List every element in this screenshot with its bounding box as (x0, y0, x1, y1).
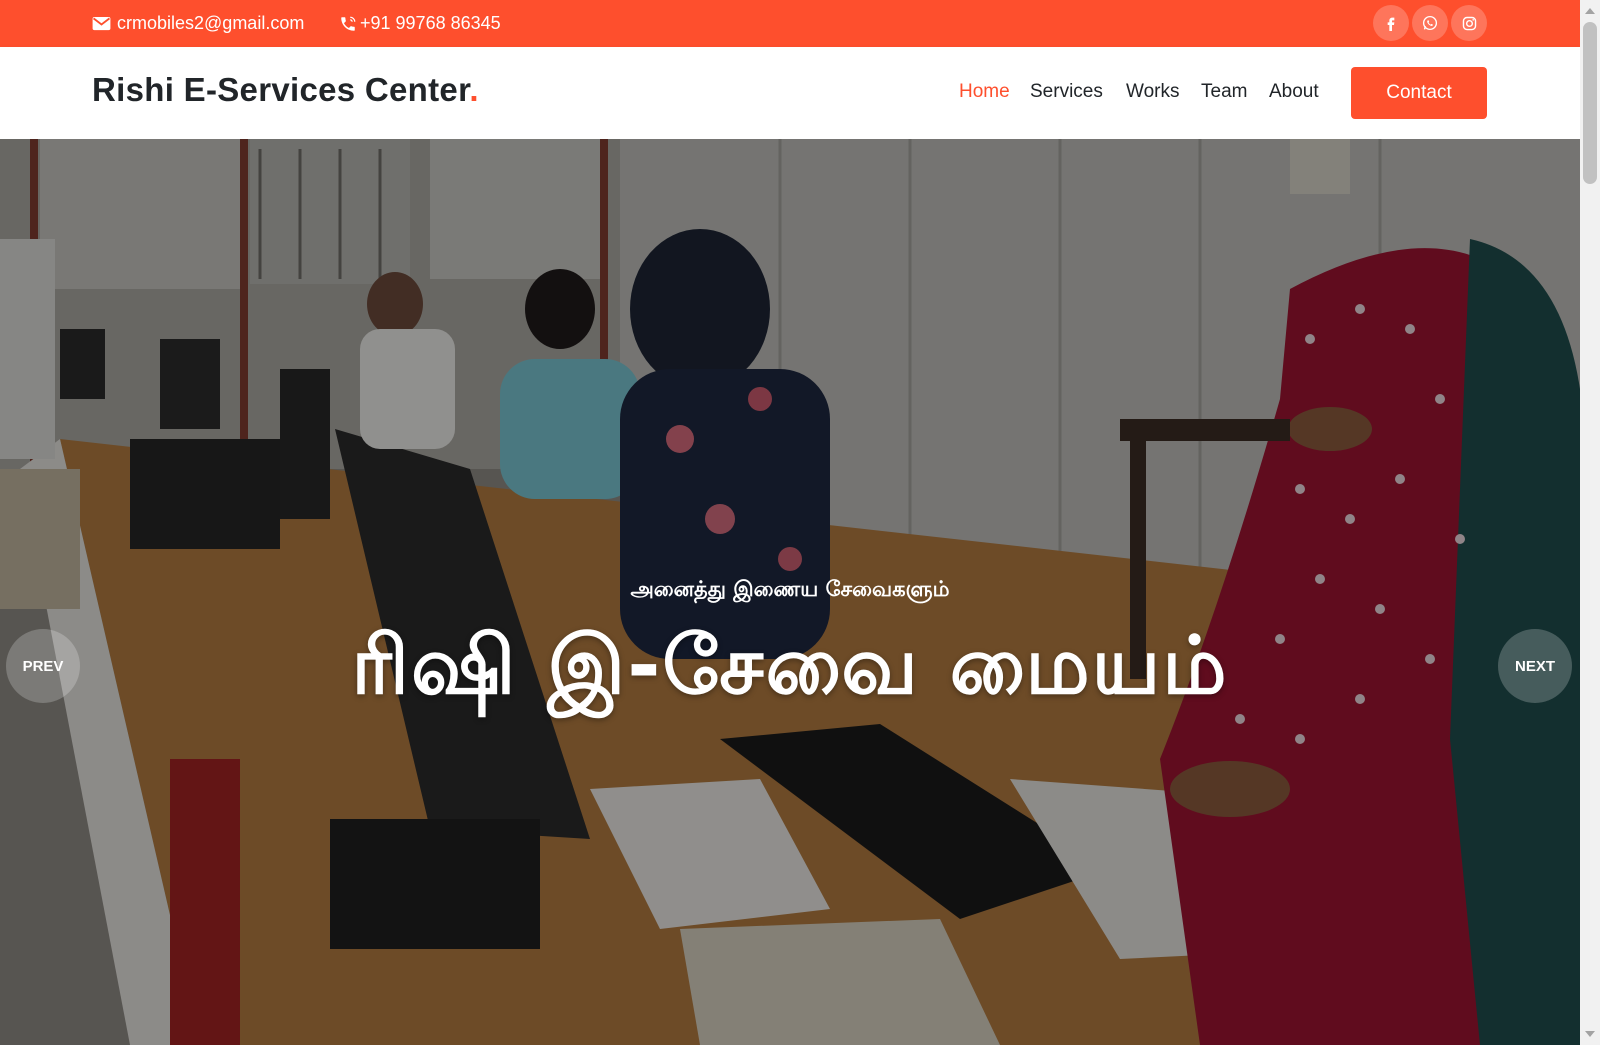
email-text: crmobiles2@gmail.com (117, 13, 305, 33)
site-logo[interactable]: Rishi E-Services Center. (92, 71, 479, 109)
top-contact-bar: crmobiles2@gmail.com +91 99768 86345 (0, 0, 1580, 47)
nav-home[interactable]: Home (959, 81, 1010, 103)
hero-subtitle: அனைத்து இணைய சேவைகளும் (630, 577, 950, 601)
contact-phone[interactable]: +91 99768 86345 (339, 0, 501, 47)
facebook-icon[interactable] (1373, 5, 1409, 41)
hero-carousel: அனைத்து இணைய சேவைகளும் ரிஷி இ-சேவை மையம்… (0, 139, 1580, 1045)
nav-services[interactable]: Services (1030, 81, 1103, 103)
contact-email[interactable]: crmobiles2@gmail.com (92, 0, 304, 47)
carousel-next-button[interactable]: NEXT (1498, 629, 1572, 703)
page-scrollbar[interactable] (1580, 0, 1600, 1045)
logo-dot: . (469, 71, 479, 108)
site-header: Rishi E-Services Center. Home Services W… (0, 47, 1580, 139)
hero-title: ரிஷி இ-சேவை மையம் (351, 619, 1229, 712)
nav-works[interactable]: Works (1126, 81, 1179, 103)
carousel-prev-button[interactable]: PREV (6, 629, 80, 703)
scrollbar-thumb[interactable] (1583, 22, 1597, 184)
scroll-down-arrow-icon[interactable] (1585, 1031, 1595, 1037)
nav-team[interactable]: Team (1201, 81, 1247, 103)
contact-button[interactable]: Contact (1351, 67, 1487, 119)
mail-icon (92, 16, 111, 31)
phone-icon (339, 15, 357, 33)
nav-about[interactable]: About (1269, 81, 1319, 103)
whatsapp-icon[interactable] (1412, 5, 1448, 41)
phone-text: +91 99768 86345 (360, 13, 501, 33)
scroll-up-arrow-icon[interactable] (1585, 8, 1595, 14)
logo-text: Rishi E-Services Center (92, 71, 470, 108)
instagram-icon[interactable] (1451, 5, 1487, 41)
